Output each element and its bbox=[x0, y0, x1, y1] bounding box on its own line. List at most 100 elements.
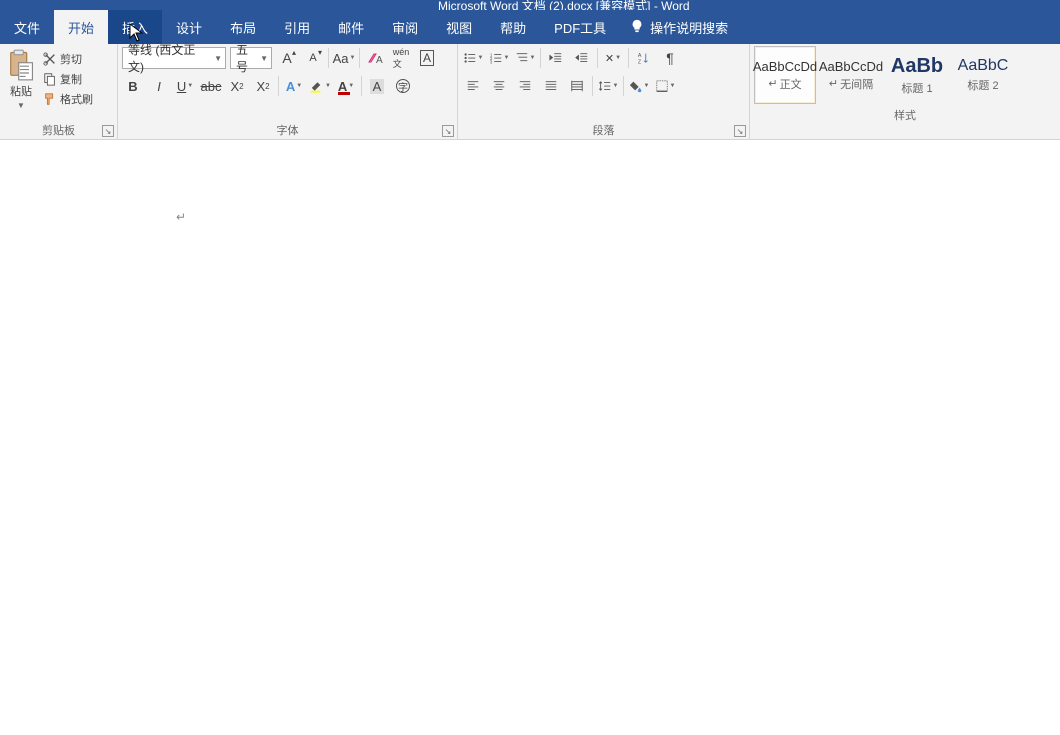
clipboard-launcher[interactable]: ↘ bbox=[102, 125, 114, 137]
scissors-icon bbox=[43, 52, 57, 66]
document-area[interactable]: ↵ bbox=[0, 140, 1060, 735]
align-center-button[interactable] bbox=[488, 75, 510, 97]
highlight-button[interactable]: ▼ bbox=[309, 75, 331, 97]
show-hide-marks-button[interactable]: ¶ bbox=[659, 47, 681, 69]
multilevel-list-icon bbox=[515, 51, 529, 65]
clear-formatting-button[interactable]: A bbox=[364, 47, 386, 69]
styles-group-label: 样式 bbox=[894, 107, 916, 123]
numbering-button[interactable]: 123▼ bbox=[488, 47, 510, 69]
asian-layout-button[interactable]: ✕▼ bbox=[602, 47, 624, 69]
shrink-font-button[interactable]: A▾ bbox=[302, 47, 324, 69]
font-name-combo[interactable]: 等线 (西文正文) ▼ bbox=[122, 47, 226, 69]
paste-label: 粘贴 bbox=[10, 83, 32, 99]
font-color-button[interactable]: A▼ bbox=[335, 75, 357, 97]
bold-button[interactable]: B bbox=[122, 75, 144, 97]
bullets-button[interactable]: ▼ bbox=[462, 47, 484, 69]
character-shading-button[interactable]: A bbox=[366, 75, 388, 97]
cut-button[interactable]: 剪切 bbox=[41, 50, 95, 68]
line-spacing-button[interactable]: ▼ bbox=[597, 75, 619, 97]
subscript-button[interactable]: X2 bbox=[226, 75, 248, 97]
copy-label: 复制 bbox=[60, 71, 82, 87]
align-right-button[interactable] bbox=[514, 75, 536, 97]
style-heading-1[interactable]: AaBb 标题 1 bbox=[886, 46, 948, 104]
grow-font-button[interactable]: A▴ bbox=[276, 47, 298, 69]
line-spacing-icon bbox=[598, 79, 612, 93]
highlighter-icon bbox=[309, 78, 324, 94]
tab-references[interactable]: 引用 bbox=[270, 10, 324, 44]
character-border-button[interactable]: A bbox=[416, 47, 438, 69]
tab-insert[interactable]: 插入 bbox=[108, 10, 162, 44]
svg-text:A: A bbox=[376, 55, 383, 66]
change-case-button[interactable]: Aa▼ bbox=[333, 47, 355, 69]
ribbon-tabs: 文件 开始 插入 设计 布局 引用 邮件 审阅 视图 帮助 PDF工具 操作说明… bbox=[0, 10, 1060, 44]
font-size-value: 五号 bbox=[236, 41, 256, 75]
clipboard-paste-icon bbox=[7, 49, 35, 81]
align-left-button[interactable] bbox=[462, 75, 484, 97]
cut-label: 剪切 bbox=[60, 51, 82, 67]
align-right-icon bbox=[518, 79, 532, 93]
tell-me-search[interactable]: 操作说明搜索 bbox=[630, 10, 728, 44]
tell-me-label: 操作说明搜索 bbox=[650, 18, 728, 37]
style-no-spacing[interactable]: AaBbCcDd ↵无间隔 bbox=[820, 46, 882, 104]
enclose-characters-button[interactable]: 字 bbox=[392, 75, 414, 97]
clipboard-group-label: 剪贴板 bbox=[42, 122, 75, 138]
paint-bucket-icon bbox=[629, 79, 643, 93]
style-name: 无间隔 bbox=[840, 76, 873, 92]
lightbulb-icon bbox=[630, 19, 644, 36]
superscript-button[interactable]: X2 bbox=[252, 75, 274, 97]
indent-icon bbox=[575, 51, 589, 65]
format-painter-label: 格式刷 bbox=[60, 91, 93, 107]
tab-pdf-tools[interactable]: PDF工具 bbox=[540, 10, 620, 44]
distributed-icon bbox=[570, 79, 584, 93]
style-normal[interactable]: AaBbCcDd ↵正文 bbox=[754, 46, 816, 104]
svg-text:A: A bbox=[638, 53, 642, 59]
style-heading-2[interactable]: AaBbC 标题 2 bbox=[952, 46, 1014, 104]
phonetic-guide-button[interactable]: wén文 bbox=[390, 47, 412, 69]
font-size-combo[interactable]: 五号 ▼ bbox=[230, 47, 272, 69]
underline-button[interactable]: U▼ bbox=[174, 75, 196, 97]
distributed-button[interactable] bbox=[566, 75, 588, 97]
document-page[interactable]: ↵ bbox=[80, 150, 980, 735]
paragraph-mark-icon: ↵ bbox=[176, 210, 186, 224]
tab-home[interactable]: 开始 bbox=[54, 10, 108, 44]
strikethrough-button[interactable]: abc bbox=[200, 75, 222, 97]
tab-design[interactable]: 设计 bbox=[162, 10, 216, 44]
sort-icon: AZ bbox=[637, 51, 651, 65]
italic-button[interactable]: I bbox=[148, 75, 170, 97]
tab-file[interactable]: 文件 bbox=[0, 10, 54, 44]
bullet-list-icon bbox=[463, 51, 477, 65]
font-group-label: 字体 bbox=[277, 122, 299, 138]
eraser-a-icon: A bbox=[367, 50, 383, 66]
borders-button[interactable]: ▼ bbox=[654, 75, 676, 97]
styles-gallery: AaBbCcDd ↵正文 AaBbCcDd ↵无间隔 AaBb 标题 1 AaB… bbox=[750, 44, 1060, 106]
style-name: 标题 2 bbox=[967, 77, 998, 93]
style-preview: AaBbCcDd bbox=[753, 59, 817, 74]
decrease-indent-button[interactable] bbox=[545, 47, 567, 69]
svg-text:Z: Z bbox=[638, 59, 642, 65]
sort-button[interactable]: AZ bbox=[633, 47, 655, 69]
ribbon-home: 粘贴 ▼ 剪切 复制 格式刷 剪贴板 ↘ bbox=[0, 44, 1060, 140]
chevron-down-icon: ▼ bbox=[17, 101, 25, 110]
tab-view[interactable]: 视图 bbox=[432, 10, 486, 44]
copy-button[interactable]: 复制 bbox=[41, 70, 95, 88]
font-name-value: 等线 (西文正文) bbox=[128, 41, 210, 75]
justify-button[interactable] bbox=[540, 75, 562, 97]
tab-layout[interactable]: 布局 bbox=[216, 10, 270, 44]
paste-button[interactable]: 粘贴 ▼ bbox=[4, 47, 38, 110]
style-preview: AaBb bbox=[891, 55, 943, 78]
format-painter-button[interactable]: 格式刷 bbox=[41, 90, 95, 108]
paintbrush-icon bbox=[43, 92, 57, 106]
font-launcher[interactable]: ↘ bbox=[442, 125, 454, 137]
paragraph-launcher[interactable]: ↘ bbox=[734, 125, 746, 137]
tab-help[interactable]: 帮助 bbox=[486, 10, 540, 44]
text-effects-button[interactable]: A▼ bbox=[283, 75, 305, 97]
increase-indent-button[interactable] bbox=[571, 47, 593, 69]
svg-text:3: 3 bbox=[489, 59, 492, 64]
tab-mailings[interactable]: 邮件 bbox=[324, 10, 378, 44]
justify-icon bbox=[544, 79, 558, 93]
borders-icon bbox=[655, 79, 669, 93]
title-bar: Microsoft Word 文档 (2).docx [兼容模式] - Word bbox=[0, 0, 1060, 10]
tab-review[interactable]: 审阅 bbox=[378, 10, 432, 44]
shading-button[interactable]: ▼ bbox=[628, 75, 650, 97]
multilevel-list-button[interactable]: ▼ bbox=[514, 47, 536, 69]
